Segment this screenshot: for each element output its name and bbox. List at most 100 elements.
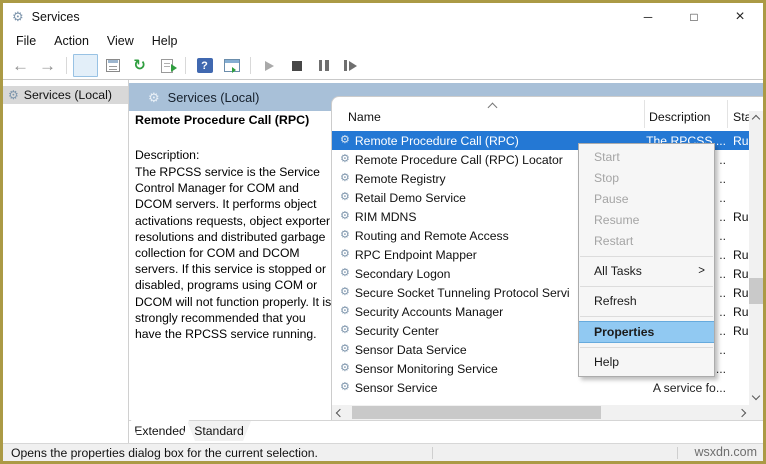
service-status-cell: Ru	[733, 248, 749, 262]
service-description-cell: A service fo...	[646, 381, 726, 395]
service-gear-icon: ⚙	[340, 268, 350, 279]
help-button[interactable]: ?	[192, 54, 217, 77]
view-tabs: ExtendedStandard	[129, 420, 763, 443]
minimize-button[interactable]: ─	[625, 3, 671, 30]
service-gear-icon: ⚙	[340, 325, 350, 336]
menu-help[interactable]: Help	[143, 34, 187, 48]
refresh-button[interactable]: ↻	[127, 54, 152, 77]
scroll-left-button[interactable]	[332, 405, 347, 420]
menu-action[interactable]: Action	[45, 34, 98, 48]
column-header-name[interactable]: Name	[348, 110, 381, 124]
service-gear-icon: ⚙	[340, 135, 350, 146]
restart-service-button[interactable]	[338, 54, 363, 77]
service-name: Retail Demo Service	[355, 191, 466, 205]
window-controls: ─ □ ×	[625, 3, 763, 30]
titlebar: ⚙ Services ─ □ ×	[3, 3, 763, 30]
horizontal-scroll-thumb[interactable]	[352, 406, 601, 419]
services-app-icon: ⚙	[12, 10, 24, 23]
back-arrow-icon: ←	[12, 57, 29, 74]
help-icon: ?	[197, 58, 213, 73]
service-gear-icon: ⚙	[340, 154, 350, 165]
context-menu: StartStopPauseResumeRestartAll Tasks>Ref…	[578, 143, 715, 377]
service-status-cell: Ru	[733, 267, 749, 281]
start-icon	[265, 61, 274, 71]
service-gear-icon: ⚙	[340, 287, 350, 298]
column-divider[interactable]	[644, 100, 645, 128]
show-console-tree-button[interactable]	[73, 54, 98, 77]
service-name: RIM MDNS	[355, 210, 417, 224]
context-menu-item-resume: Resume	[579, 210, 714, 231]
service-name: Remote Registry	[355, 172, 446, 186]
service-name: Sensor Monitoring Service	[355, 362, 498, 376]
column-header-description[interactable]: Description	[649, 110, 711, 124]
pause-icon	[319, 60, 329, 71]
maximize-button[interactable]: □	[671, 3, 717, 30]
service-gear-icon: ⚙	[340, 192, 350, 203]
context-menu-item-start: Start	[579, 147, 714, 168]
description-label: Description:	[135, 148, 199, 162]
chevron-right-icon	[737, 408, 745, 416]
service-gear-icon: ⚙	[340, 249, 350, 260]
context-menu-item-pause: Pause	[579, 189, 714, 210]
service-name: Secondary Logon	[355, 267, 451, 281]
context-menu-item-all-tasks[interactable]: All Tasks>	[579, 261, 714, 282]
service-status-cell: Ru	[733, 305, 749, 319]
scroll-down-button[interactable]	[749, 390, 763, 405]
sort-ascending-icon	[488, 103, 498, 113]
column-divider[interactable]	[727, 100, 728, 128]
services-node-icon: ⚙	[8, 89, 19, 101]
action-pane-icon	[224, 59, 240, 72]
statusbar-divider	[432, 447, 433, 459]
pause-service-button[interactable]	[311, 54, 336, 77]
service-name: Routing and Remote Access	[355, 229, 509, 243]
window-title: Services	[32, 10, 80, 24]
service-status-cell: Ru	[733, 134, 749, 148]
export-arrow-icon	[171, 64, 177, 72]
menu-separator	[580, 286, 713, 287]
chevron-down-icon	[752, 392, 760, 400]
service-gear-icon: ⚙	[340, 211, 350, 222]
toolbar-separator	[250, 57, 251, 74]
services-window: ⚙ Services ─ □ × FileActionViewHelp ← → …	[0, 0, 766, 464]
context-menu-item-refresh[interactable]: Refresh	[579, 291, 714, 312]
forward-arrow-icon: →	[39, 57, 56, 74]
service-gear-icon: ⚙	[340, 344, 350, 355]
service-name: Sensor Service	[355, 381, 438, 395]
service-name: Secure Socket Tunneling Protocol Servi	[355, 286, 570, 300]
vertical-scrollbar[interactable]	[749, 111, 763, 405]
export-list-icon	[161, 59, 173, 73]
context-menu-item-properties[interactable]: Properties	[579, 321, 714, 343]
vertical-scroll-thumb[interactable]	[749, 278, 763, 304]
menu-separator	[580, 316, 713, 317]
menu-file[interactable]: File	[7, 34, 45, 48]
service-name: Sensor Data Service	[355, 343, 467, 357]
scroll-up-button[interactable]	[749, 111, 763, 126]
export-list-button[interactable]	[154, 54, 179, 77]
scroll-right-button[interactable]	[734, 405, 749, 420]
forward-button[interactable]: →	[35, 54, 60, 77]
tab-standard[interactable]: Standard	[187, 421, 251, 441]
service-row-sensor-service[interactable]: ⚙Sensor ServiceA service fo...	[332, 378, 749, 397]
close-button[interactable]: ×	[717, 3, 763, 30]
service-name: Remote Procedure Call (RPC) Locator	[355, 153, 563, 167]
tab-extended[interactable]: Extended	[131, 420, 189, 441]
service-status-cell: Ru	[733, 324, 749, 338]
service-name: Security Center	[355, 324, 439, 338]
submenu-arrow-icon: >	[698, 261, 705, 282]
menu-view[interactable]: View	[98, 34, 143, 48]
properties-icon	[106, 59, 120, 72]
watermark-text: wsxdn.com	[694, 445, 757, 459]
status-text: Opens the properties dialog box for the …	[11, 446, 318, 460]
horizontal-scrollbar[interactable]	[332, 405, 749, 420]
start-service-button[interactable]	[257, 54, 282, 77]
stop-service-button[interactable]	[284, 54, 309, 77]
tree-item-services-local[interactable]: ⚙Services (Local)	[3, 86, 128, 104]
refresh-icon: ↻	[133, 58, 146, 73]
context-menu-item-stop: Stop	[579, 168, 714, 189]
properties-button[interactable]	[100, 54, 125, 77]
context-menu-item-help[interactable]: Help	[579, 352, 714, 373]
toolbar-separator	[185, 57, 186, 74]
service-gear-icon: ⚙	[340, 173, 350, 184]
back-button[interactable]: ←	[8, 54, 33, 77]
show-action-pane-button[interactable]	[219, 54, 244, 77]
